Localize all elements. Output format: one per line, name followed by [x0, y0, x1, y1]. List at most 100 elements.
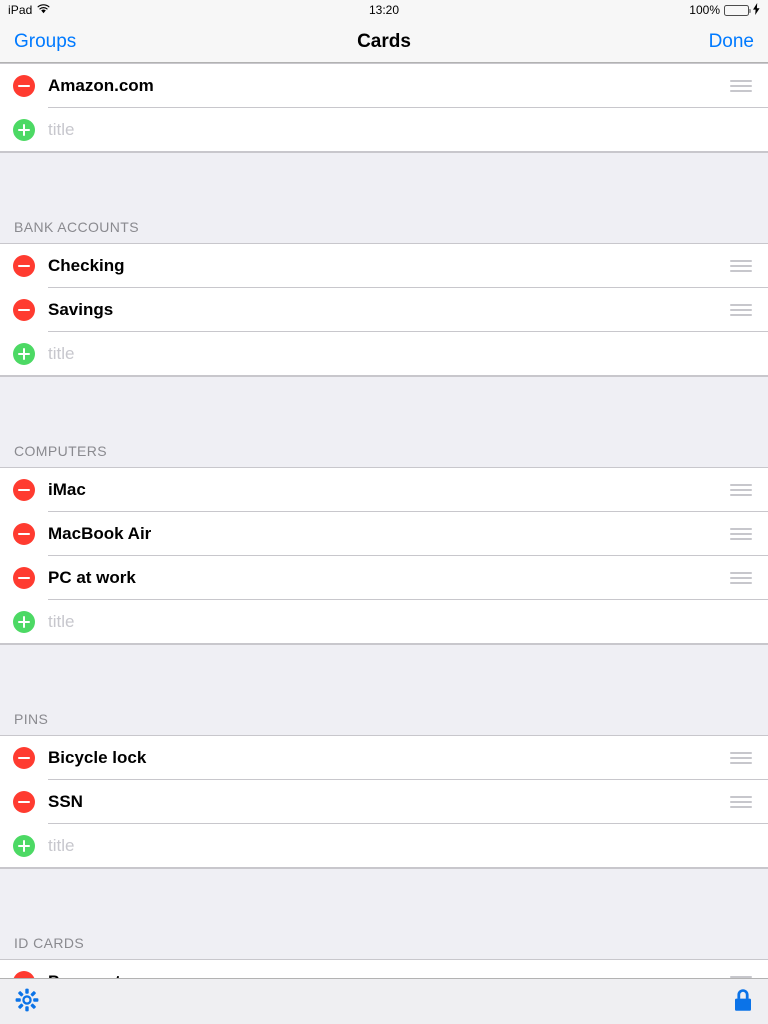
- add-row[interactable]: title: [0, 332, 768, 376]
- delete-button[interactable]: [0, 971, 48, 978]
- section-gap: [0, 868, 768, 904]
- reorder-bar: [730, 528, 752, 530]
- delete-button[interactable]: [0, 567, 48, 589]
- reorder-bar: [730, 577, 752, 579]
- reorder-bar: [730, 762, 752, 764]
- reorder-handle[interactable]: [724, 528, 768, 540]
- reorder-bar: [730, 304, 752, 306]
- device-name: iPad: [8, 3, 33, 17]
- minus-circle-icon: [13, 567, 35, 589]
- reorder-bar: [730, 309, 752, 311]
- delete-button[interactable]: [0, 479, 48, 501]
- delete-button[interactable]: [0, 255, 48, 277]
- add-button[interactable]: [0, 611, 48, 633]
- battery-icon: [724, 4, 751, 16]
- gear-icon: [14, 987, 40, 1016]
- reorder-handle[interactable]: [724, 484, 768, 496]
- battery-percent-label: 100%: [689, 3, 720, 17]
- reorder-handle[interactable]: [724, 304, 768, 316]
- add-row[interactable]: title: [0, 108, 768, 152]
- reorder-bar: [730, 484, 752, 486]
- plus-circle-icon: [13, 611, 35, 633]
- reorder-bar: [730, 80, 752, 82]
- table-row[interactable]: SSN: [0, 780, 768, 824]
- add-row-title-input[interactable]: title: [48, 120, 768, 140]
- navigation-bar: Groups Cards Done: [0, 20, 768, 63]
- reorder-bar: [730, 582, 752, 584]
- minus-circle-icon: [13, 255, 35, 277]
- lock-button[interactable]: [732, 987, 754, 1016]
- page-title: Cards: [357, 30, 411, 52]
- app-root: iPad 13:20 100% Groups Cards Done Amazon…: [0, 0, 768, 1024]
- table-row[interactable]: Checking: [0, 244, 768, 288]
- section-gap: [0, 152, 768, 188]
- minus-circle-icon: [13, 75, 35, 97]
- add-button[interactable]: [0, 119, 48, 141]
- section-header: PINS: [0, 680, 768, 736]
- reorder-bar: [730, 806, 752, 808]
- minus-circle-icon: [13, 747, 35, 769]
- reorder-bar: [730, 90, 752, 92]
- status-bar-right: 100%: [689, 2, 760, 18]
- table-row[interactable]: PC at work: [0, 556, 768, 600]
- reorder-bar: [730, 538, 752, 540]
- table-row[interactable]: Savings: [0, 288, 768, 332]
- add-row-title-input[interactable]: title: [48, 612, 768, 632]
- delete-button[interactable]: [0, 791, 48, 813]
- section-rows: Bicycle lock SSN title: [0, 736, 768, 868]
- plus-circle-icon: [13, 835, 35, 857]
- add-row[interactable]: title: [0, 600, 768, 644]
- table-row[interactable]: iMac: [0, 468, 768, 512]
- reorder-handle[interactable]: [724, 572, 768, 584]
- row-label: Checking: [48, 256, 125, 275]
- reorder-bar: [730, 533, 752, 535]
- reorder-bar: [730, 270, 752, 272]
- minus-circle-icon: [13, 299, 35, 321]
- lightning-bolt-icon: [753, 2, 760, 18]
- row-label: Amazon.com: [48, 76, 154, 95]
- add-button[interactable]: [0, 835, 48, 857]
- done-button[interactable]: Done: [709, 32, 754, 51]
- section-header: ID CARDS: [0, 904, 768, 960]
- minus-circle-icon: [13, 791, 35, 813]
- reorder-handle[interactable]: [724, 80, 768, 92]
- add-row-title-input[interactable]: title: [48, 836, 768, 856]
- reorder-bar: [730, 976, 752, 978]
- reorder-handle[interactable]: [724, 260, 768, 272]
- reorder-handle[interactable]: [724, 752, 768, 764]
- reorder-bar: [730, 489, 752, 491]
- table-row[interactable]: Amazon.com: [0, 64, 768, 108]
- lock-icon: [732, 987, 754, 1016]
- delete-button[interactable]: [0, 747, 48, 769]
- plus-circle-icon: [13, 119, 35, 141]
- add-row[interactable]: title: [0, 824, 768, 868]
- row-label: Passport: [48, 972, 724, 978]
- reorder-bar: [730, 801, 752, 803]
- row-label: Savings: [48, 300, 114, 319]
- table-row[interactable]: Passport: [0, 960, 768, 978]
- reorder-handle[interactable]: [724, 976, 768, 978]
- settings-button[interactable]: [14, 987, 40, 1016]
- bottom-toolbar: [0, 978, 768, 1024]
- plus-circle-icon: [13, 343, 35, 365]
- delete-button[interactable]: [0, 75, 48, 97]
- section-header: COMPUTERS: [0, 412, 768, 468]
- section-gap: [0, 644, 768, 680]
- reorder-bar: [730, 314, 752, 316]
- reorder-bar: [730, 757, 752, 759]
- table-row[interactable]: MacBook Air: [0, 512, 768, 556]
- delete-button[interactable]: [0, 299, 48, 321]
- section-rows: PassportDriver's licensetitle: [0, 960, 768, 978]
- row-label: Bicycle lock: [48, 748, 147, 767]
- cards-table-view[interactable]: Amazon.com title BANK ACCOUNTS Checking Savi…: [0, 63, 768, 978]
- row-label: iMac: [48, 480, 86, 499]
- add-row-title-input[interactable]: title: [48, 344, 768, 364]
- add-button[interactable]: [0, 343, 48, 365]
- wifi-icon: [37, 3, 50, 17]
- minus-circle-icon: [13, 971, 35, 978]
- reorder-handle[interactable]: [724, 796, 768, 808]
- table-row[interactable]: Bicycle lock: [0, 736, 768, 780]
- delete-button[interactable]: [0, 523, 48, 545]
- minus-circle-icon: [13, 523, 35, 545]
- back-button-groups[interactable]: Groups: [14, 32, 76, 51]
